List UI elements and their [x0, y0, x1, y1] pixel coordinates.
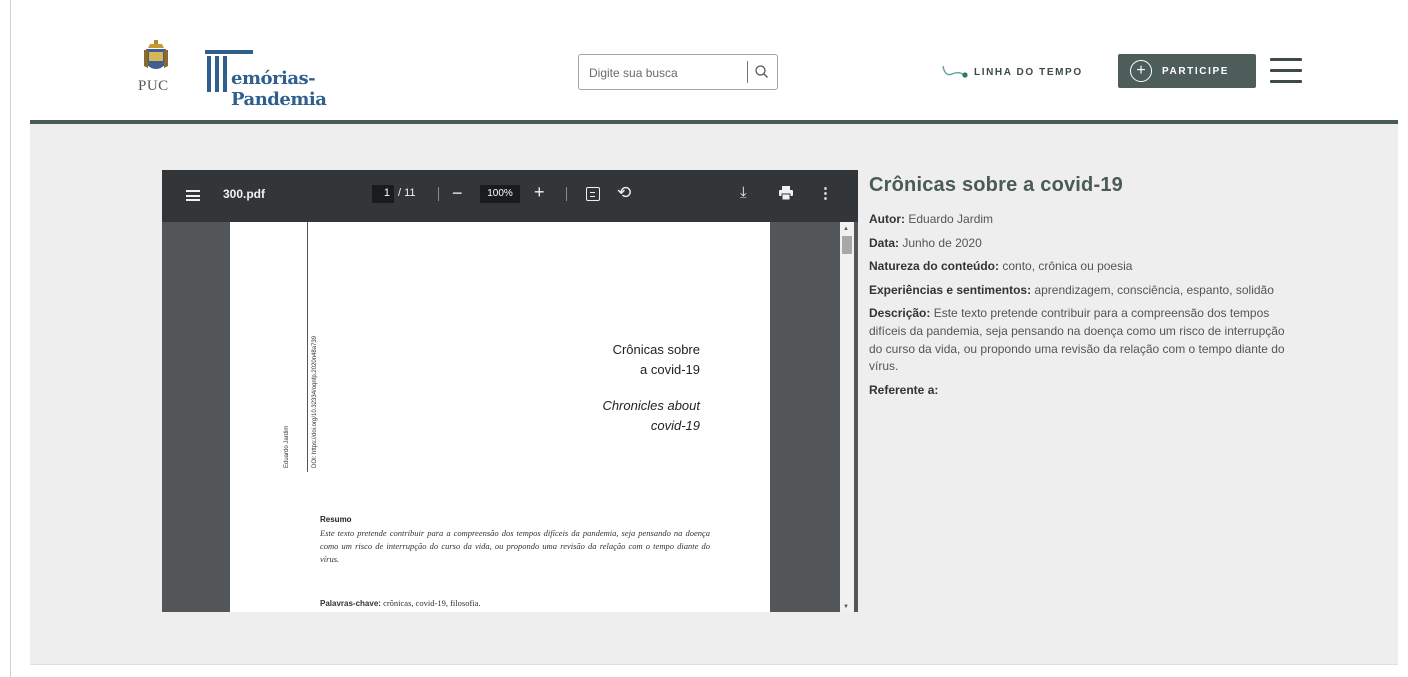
pdf-page-input[interactable]: 1 — [372, 185, 394, 203]
zoom-out-icon[interactable]: − — [452, 183, 463, 204]
scroll-thumb[interactable] — [842, 236, 852, 254]
site-logo-text: emórias-Pandemia — [231, 68, 327, 110]
puc-crest-icon — [144, 40, 168, 69]
keywords: Palavras-chave: crônicas, covid-19, filo… — [320, 598, 481, 608]
zoom-in-icon[interactable]: + — [534, 182, 545, 203]
scroll-up-arrow-icon[interactable]: ▲ — [843, 226, 849, 232]
date-row: Data: Junho de 2020 — [869, 235, 982, 250]
pdf-menu-icon[interactable] — [186, 190, 200, 201]
page-side-text: Eduardo Jardim — [284, 425, 290, 468]
puc-logo-text: PUC — [138, 78, 169, 94]
abstract-text: Este texto pretende contribuir para a co… — [320, 528, 710, 564]
referent-row: Referente a: — [869, 382, 939, 397]
description-row: Descrição: Este texto pretende contribui… — [869, 306, 1285, 374]
page-subtitle: Chronicles about covid-19 — [602, 398, 700, 433]
toolbar-divider — [566, 187, 567, 201]
participe-label: PARTICIPE — [1162, 65, 1229, 77]
nature-row: Natureza do conteúdo: conto, crônica ou … — [869, 259, 1133, 274]
print-icon[interactable] — [779, 186, 793, 200]
search-box — [578, 54, 778, 90]
pdf-toolbar: 300.pdf 1 / 11 − 100% + ⟲ ⤓ ⋮ — [162, 170, 858, 222]
search-input[interactable] — [589, 63, 739, 83]
abstract-heading: Resumo — [320, 515, 352, 524]
timeline-icon — [942, 65, 968, 78]
participe-button[interactable]: + PARTICIPE — [1118, 54, 1256, 88]
pdf-zoom-input[interactable]: 100% — [480, 185, 520, 203]
pdf-page: Eduardo Jardim DOI: https://doi.org/10.3… — [230, 222, 770, 612]
search-icon[interactable] — [753, 63, 771, 81]
pdf-filename: 300.pdf — [223, 187, 266, 201]
page-side-doi: DOI: https://doi.org/10.32334/oqnfp.2020… — [312, 335, 318, 468]
document-title: Crônicas sobre a covid-19 — [869, 174, 1123, 196]
scroll-down-arrow-icon[interactable]: ▼ — [843, 604, 849, 610]
puc-logo[interactable]: PUC — [134, 38, 178, 118]
more-options-icon[interactable]: ⋮ — [818, 184, 833, 202]
download-icon[interactable]: ⤓ — [740, 184, 747, 201]
footer-divider — [30, 664, 1398, 665]
pdf-viewer[interactable]: 300.pdf 1 / 11 − 100% + ⟲ ⤓ ⋮ Eduardo Ja… — [162, 170, 858, 612]
rotate-icon[interactable]: ⟲ — [617, 183, 631, 203]
toolbar-divider — [438, 187, 439, 201]
pdf-total-pages: / 11 — [398, 187, 416, 199]
page-title: Crônicas sobre a covid-19 — [612, 342, 700, 377]
plus-circle-icon: + — [1130, 60, 1152, 82]
page-margin-rule — [307, 222, 308, 472]
memorias-pandemia-logo[interactable]: emórias-Pandemia — [205, 48, 405, 110]
timeline-label: LINHA DO TEMPO — [974, 66, 1083, 78]
fit-page-icon[interactable] — [586, 187, 600, 201]
experiences-row: Experiências e sentimentos: aprendizagem… — [869, 282, 1274, 297]
search-divider — [747, 61, 748, 83]
author-row: Autor: Eduardo Jardim — [869, 212, 994, 226]
document-info-panel: Crônicas sobre a covid-19 Autor: Eduardo… — [869, 174, 1289, 405]
timeline-link[interactable]: LINHA DO TEMPO — [942, 63, 1083, 81]
hamburger-menu-icon[interactable] — [1270, 58, 1302, 84]
pdf-scrollbar[interactable]: ▲ ▼ — [840, 222, 854, 612]
